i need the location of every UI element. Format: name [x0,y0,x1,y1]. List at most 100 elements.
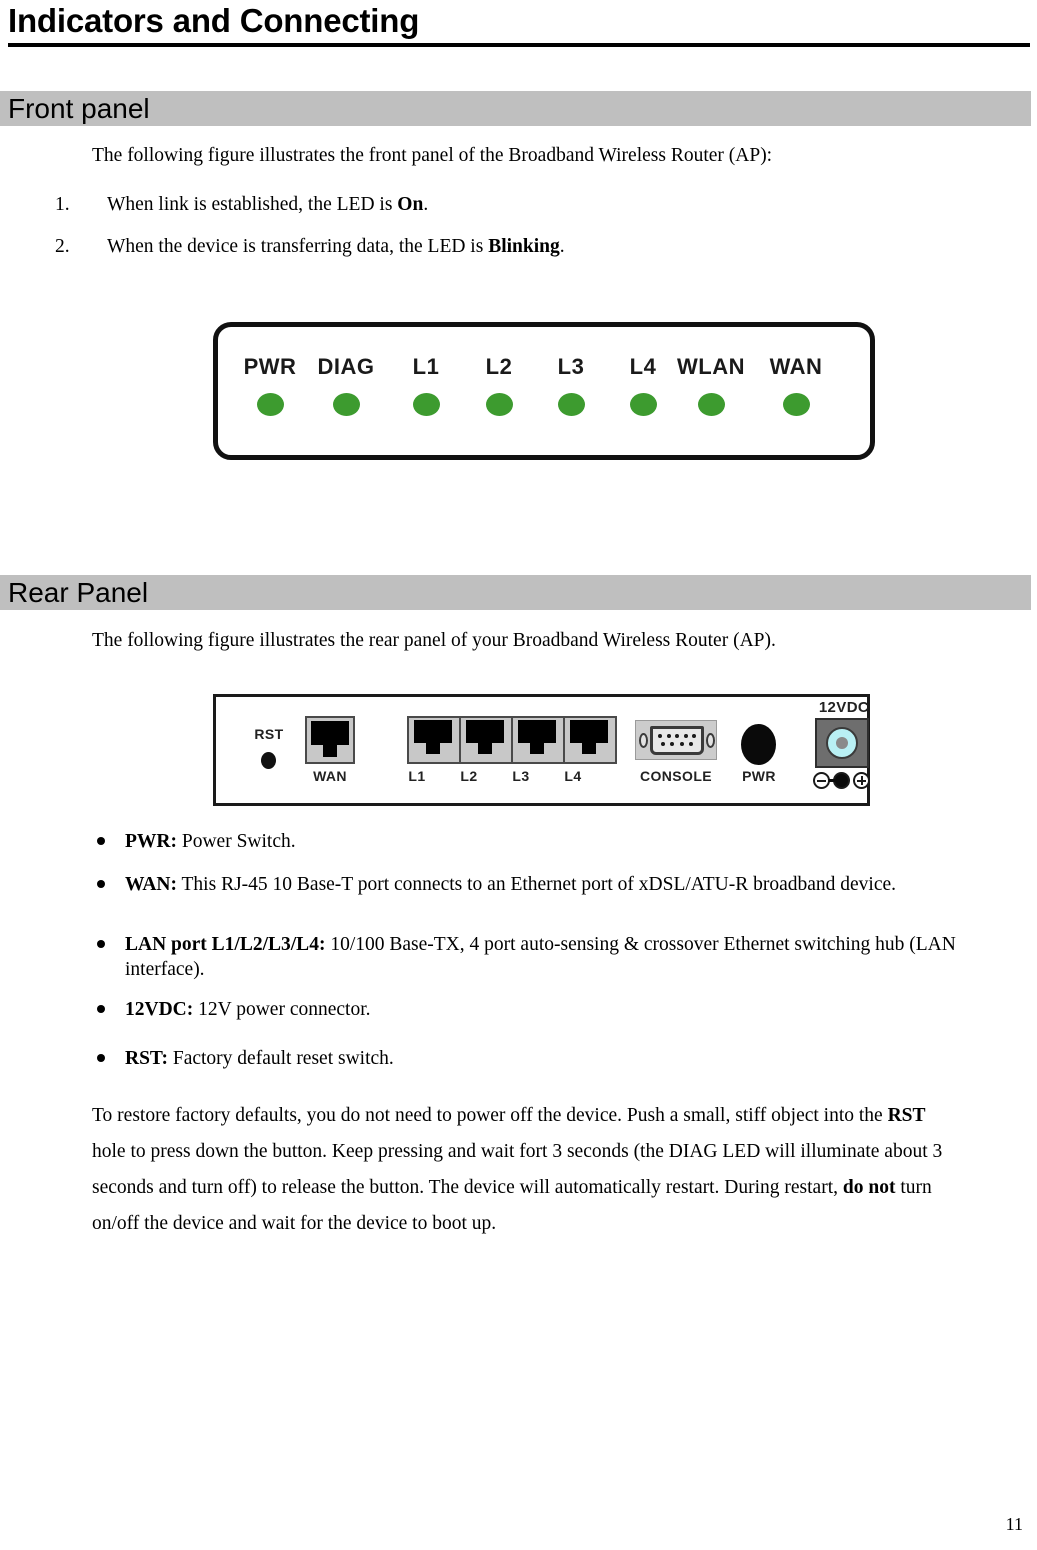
polarity-center-stem [829,779,839,782]
list-item-1-text-before: When link is established, the LED is [107,194,398,215]
led-indicator-pwr [256,393,284,416]
rear-label-12vdc: 12VDC [818,699,870,716]
rj45-clip-slot [478,743,492,754]
db9-pin [683,734,688,738]
rear-panel-intro-text: The following figure illustrates the rea… [92,630,776,651]
rear-bullet-rst-desc: Factory default reset switch. [167,1048,394,1069]
db9-pin [692,734,696,738]
factory-reset-instructions: To restore factory defaults, you do not … [92,1098,952,1242]
rj45-jack-opening [570,720,608,743]
list-item-1-text-after: . [423,194,429,215]
led-group-diag: DIAG [303,354,389,416]
led-label-wan: WAN [769,354,823,379]
title-divider [8,43,1030,47]
rj45-lan-port-group [407,716,617,764]
rear-bullet-rst: RST: Factory default reset switch. [97,1046,975,1071]
bullet-dot-icon [97,1054,105,1062]
rj45-jack-opening [311,721,349,745]
closing-emphasis-do-not: do not [842,1177,896,1198]
led-group-wlan: WLAN [668,354,754,416]
rj45-port-l4-icon [565,718,617,762]
rj45-clip-slot [426,743,440,754]
rj45-port-wan-icon [305,716,355,764]
rear-bullet-wan-desc: This RJ-45 10 Base-T port connects to an… [177,874,897,895]
db9-pin [658,734,662,738]
list-item-1-number: 1. [55,194,70,215]
polarity-minus-icon [813,772,830,789]
rear-bullet-lan: LAN port L1/L2/L3/L4: 10/100 Base-TX, 4 … [97,932,990,982]
power-jack-icon [815,718,869,768]
reset-pinhole-icon [261,752,276,769]
db9-pin-row-top [658,734,696,738]
bullet-dot-icon [97,880,105,888]
bullet-dot-icon [97,837,105,845]
rear-panel-diagram: RST WAN L1 L2 L3 L4 CONSOLE PWR 12VDC [213,694,870,806]
db9-pin [661,742,665,746]
console-screw-right-icon [706,733,715,748]
rear-bullet-wan: WAN: This RJ-45 10 Base-T port connects … [97,872,970,897]
rear-label-l1: L1 [408,768,426,784]
page-number: 11 [1005,1514,1023,1534]
rear-label-rst: RST [254,726,284,742]
list-item-1-emphasis: On [397,194,424,215]
console-port-icon [635,720,717,760]
led-indicator-l3 [557,393,585,416]
closing-part-1: To restore factory defaults, you do not … [92,1105,888,1126]
rj45-clip-slot [323,745,337,757]
power-jack-pin [836,737,848,749]
db9-pin [675,734,679,738]
rear-label-l4: L4 [564,768,582,784]
led-indicator-diag [332,393,360,416]
list-item-2-number: 2. [55,236,70,257]
led-label-pwr: PWR [243,354,297,379]
rear-bullet-pwr-desc: Power Switch. [177,831,296,852]
list-item-2-text-before: When the device is transferring data, th… [107,236,489,257]
db9-connector-icon [650,726,704,755]
polarity-plus-icon [853,772,870,789]
front-panel-diagram: PWR DIAG L1 L2 L3 L4 WLAN WAN [213,322,875,460]
rj45-port-l1-icon [409,718,461,762]
rj45-jack-opening [518,720,556,743]
rear-label-l3: L3 [512,768,530,784]
rear-bullet-rst-term: RST: [125,1048,168,1069]
rear-label-wan: WAN [313,768,347,784]
rear-label-l2: L2 [460,768,478,784]
rear-bullet-12vdc-term: 12VDC: [125,999,194,1020]
power-jack-ring [826,727,858,759]
bullet-dot-icon [97,940,105,948]
front-panel-list-item-2: 2. When the device is transferring data, … [55,234,565,260]
section-header-rear-panel-label: Rear Panel [8,577,149,608]
section-header-front-panel: Front panel [0,91,1031,126]
page-title: Indicators and Connecting [8,2,420,39]
rj45-jack-opening [466,720,504,743]
section-header-front-panel-label: Front panel [8,93,150,124]
rear-bullet-pwr: PWR: Power Switch. [97,829,975,854]
led-label-diag: DIAG [317,354,375,379]
rj45-port-l2-icon [461,718,513,762]
db9-pin [688,742,693,746]
rear-bullet-wan-term: WAN: [125,874,177,895]
front-panel-list-item-1: 1. When link is established, the LED is O… [55,192,428,218]
db9-pin [670,742,675,746]
led-group-pwr: PWR [227,354,313,416]
polarity-plus-bar-v [860,776,863,785]
led-indicator-wan [782,393,810,416]
bullet-dot-icon [97,1005,105,1013]
section-header-rear-panel: Rear Panel [0,575,1031,610]
power-switch-icon [741,724,776,765]
led-indicator-l1 [412,393,440,416]
closing-part-2: hole to press down the button. Keep pres… [92,1141,943,1198]
db9-pin-row-bottom [661,742,693,746]
db9-pin [679,742,684,746]
front-panel-intro-text: The following figure illustrates the fro… [92,145,773,166]
list-item-2-emphasis: Blinking [488,236,560,257]
list-item-2-text-after: . [559,236,565,257]
console-screw-left-icon [639,733,648,748]
rj45-clip-slot [582,743,596,754]
rear-bullet-lan-term: LAN port L1/L2/L3/L4: [125,934,326,955]
rj45-jack-opening [414,720,452,743]
rear-label-console: CONSOLE [639,768,713,784]
led-indicator-wlan [697,393,725,416]
rj45-clip-slot [530,743,544,754]
rear-bullet-12vdc-desc: 12V power connector. [193,999,371,1020]
